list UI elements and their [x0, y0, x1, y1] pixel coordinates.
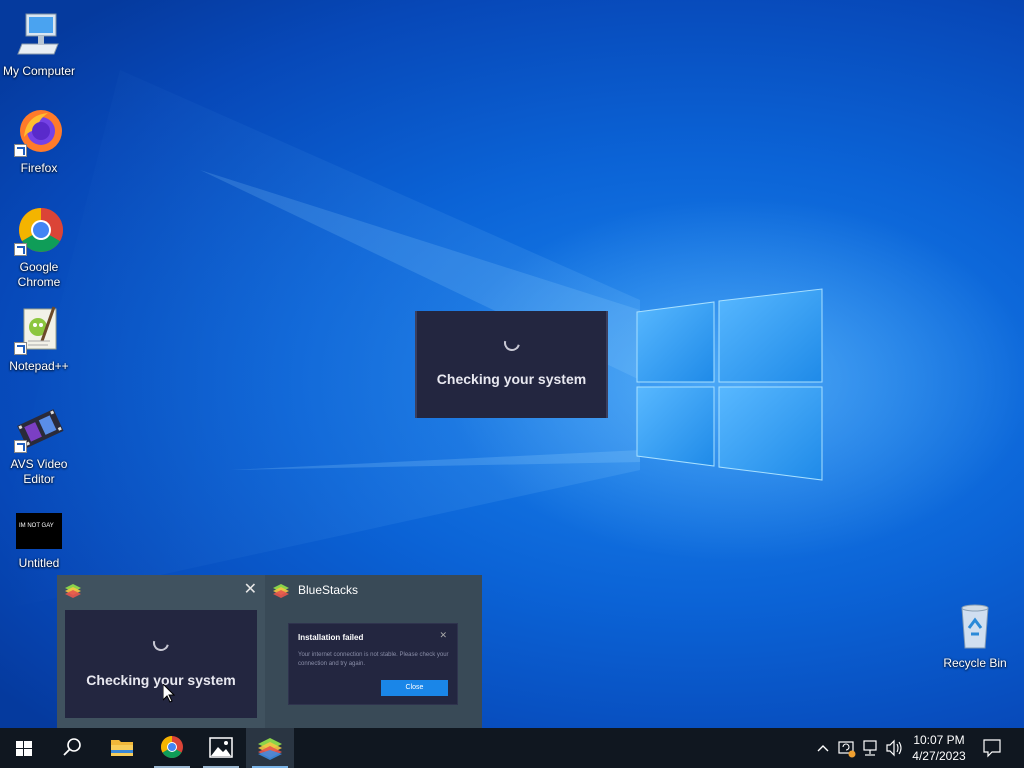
chrome-icon [14, 206, 64, 256]
photos-icon [209, 737, 233, 758]
dialog-close-button: Close [381, 680, 448, 696]
splash-title: Checking your system [436, 371, 587, 387]
thumbnail-title: Checking your system [86, 672, 236, 688]
preview-thumbnail: Checking your system [65, 610, 257, 718]
action-update-icon[interactable] [836, 728, 858, 768]
notifications-icon[interactable] [980, 728, 1004, 768]
dialog-message: Your internet connection is not stable. … [298, 652, 449, 667]
clock-time: 10:07 PM [913, 733, 965, 747]
preview-card-splash[interactable]: ✕ Checking your system [57, 575, 265, 728]
shortcut-arrow-icon [14, 243, 27, 256]
dialog-close-icon: ✕ [439, 630, 447, 640]
desktop-icon-google-chrome[interactable]: Google Chrome [0, 206, 78, 290]
bluestacks-icon [258, 738, 282, 760]
desktop-icon-label: My Computer [2, 64, 76, 78]
close-icon[interactable]: ✕ [244, 581, 257, 599]
thumbnail-text: IM NOT GAY [19, 523, 54, 529]
system-clock[interactable]: 10:07 PM 4/27/2023 [906, 732, 972, 764]
shortcut-arrow-icon [14, 144, 27, 157]
desktop-icon-label: Google Chrome [17, 260, 61, 289]
folder-icon [111, 740, 133, 756]
mouse-cursor-icon [162, 682, 176, 708]
taskbar-bluestacks[interactable] [246, 728, 294, 768]
taskbar-thumbnail-preview: ✕ Checking your system BlueStacks Instal… [57, 575, 482, 728]
windows-logo-wallpaper [636, 288, 823, 481]
desktop-icon-untitled[interactable]: IM NOT GAY Untitled [0, 510, 78, 571]
desktop-icon-my-computer[interactable]: My Computer [0, 10, 78, 79]
notepadpp-icon [14, 305, 64, 355]
desktop-icon-avs-video-editor[interactable]: AVS Video Editor [0, 403, 78, 487]
volume-icon[interactable] [883, 728, 905, 768]
dialog-title: Installation failed [298, 633, 364, 642]
desktop-icon-label: AVS Video Editor [10, 457, 68, 486]
loading-spinner-icon [500, 332, 523, 354]
preview-card-installer[interactable]: BlueStacks Installation failed ✕ Your in… [265, 575, 482, 728]
taskbar-photos[interactable] [197, 728, 245, 768]
desktop-icon-label: Firefox [20, 161, 58, 175]
computer-icon [14, 10, 64, 60]
preview-card-header: ✕ [57, 575, 265, 607]
desktop-icon-label: Recycle Bin [943, 656, 1007, 670]
film-icon [14, 403, 64, 453]
desktop-icon-label: Untitled [18, 556, 60, 570]
bluestacks-splash-window[interactable]: Checking your system [415, 311, 608, 418]
search-button[interactable] [48, 728, 96, 768]
bluestacks-icon [65, 584, 81, 603]
taskbar-chrome[interactable] [148, 728, 196, 768]
network-icon[interactable] [860, 728, 882, 768]
shortcut-arrow-icon [14, 440, 27, 453]
clock-date: 4/27/2023 [912, 749, 966, 763]
desktop-icon-notepadpp[interactable]: Notepad++ [0, 305, 78, 374]
preview-card-app-name: BlueStacks [298, 583, 359, 597]
taskbar-file-explorer[interactable] [98, 728, 146, 768]
chrome-icon [161, 736, 183, 758]
bluestacks-icon [273, 584, 289, 603]
desktop-icon-label: Notepad++ [9, 359, 69, 373]
loading-spinner-icon [150, 632, 172, 654]
windows-logo-icon [16, 741, 32, 756]
preview-card-header: BlueStacks [265, 575, 482, 607]
desktop-icon-firefox[interactable]: Firefox [0, 107, 78, 176]
start-button[interactable] [0, 728, 48, 768]
desktop-icon-recycle-bin[interactable]: Recycle Bin [936, 602, 1014, 671]
taskbar: 10:07 PM 4/27/2023 [0, 728, 1024, 768]
recycle-bin-icon [950, 602, 1000, 652]
search-icon [63, 738, 81, 756]
installation-failed-dialog: Installation failed ✕ Your internet conn… [288, 623, 458, 705]
show-hidden-icons-chevron-icon[interactable] [812, 728, 834, 768]
image-thumbnail-icon: IM NOT GAY [16, 513, 62, 549]
firefox-icon [14, 107, 64, 157]
shortcut-arrow-icon [14, 342, 27, 355]
